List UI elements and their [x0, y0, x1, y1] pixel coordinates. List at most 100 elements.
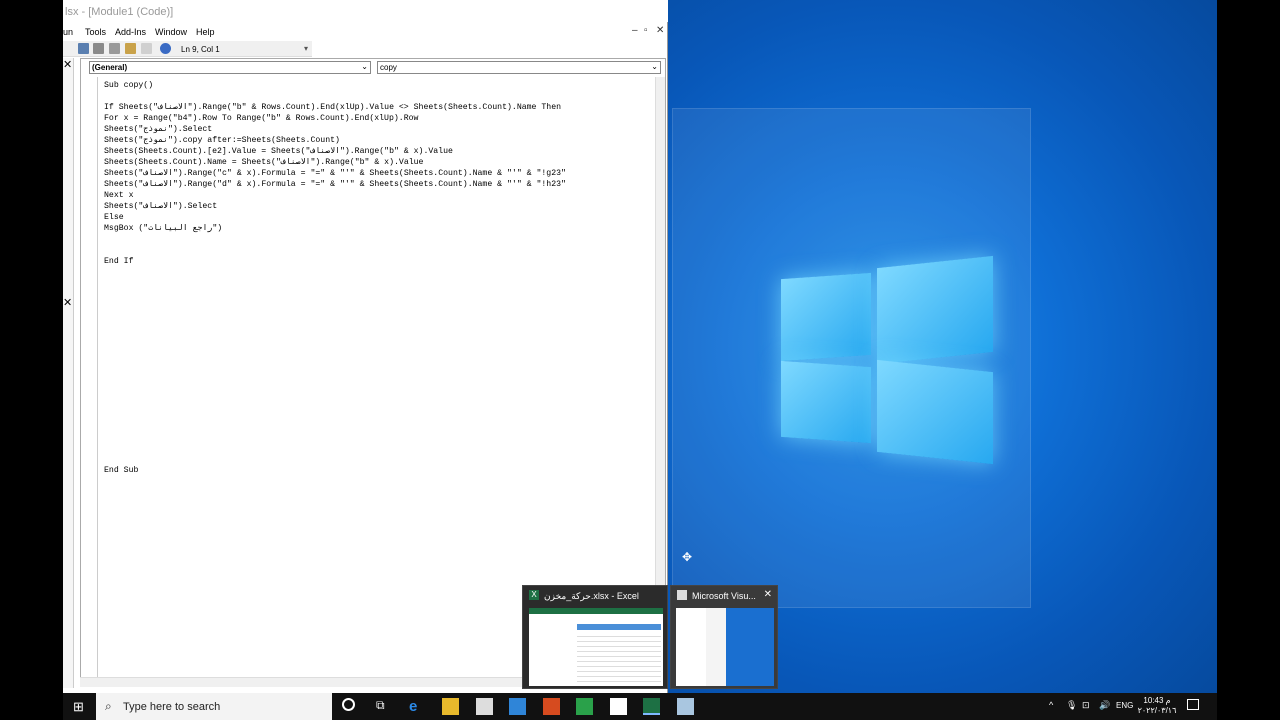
margin-indicator-bar: [81, 77, 98, 677]
search-icon: ⌕: [105, 699, 112, 713]
start-windows-icon[interactable]: ⊞: [73, 699, 84, 715]
toolbox-icon[interactable]: [141, 43, 152, 54]
restore-icon[interactable]: ▫: [644, 25, 648, 36]
edge-icon[interactable]: e: [409, 698, 426, 715]
pane-close-icon[interactable]: ✕: [63, 58, 72, 71]
windows-logo-pane-4: [877, 359, 993, 465]
code-line: MsgBox ("راجع البيانات"): [104, 224, 223, 233]
code-line: Sheets("الاصناف").Range("d" & x).Formula…: [104, 180, 566, 189]
network-icon[interactable]: ⊡: [1082, 700, 1090, 711]
toolbar: Ln 9, Col 1 ▾: [63, 41, 312, 57]
code-line: Sheets("الاصناف").Select: [104, 202, 218, 211]
office-icon[interactable]: [543, 698, 560, 715]
code-line: Sub copy(): [104, 81, 154, 90]
notification-icon[interactable]: [1187, 699, 1199, 710]
wallpaper-glass-panel: [672, 108, 1031, 608]
code-line: Sheets("الاصناف").Range("c" & x).Formula…: [104, 169, 566, 178]
windows-logo-pane-2: [877, 255, 993, 365]
minimize-icon[interactable]: –: [632, 25, 638, 36]
chevron-down-icon: ⌄: [651, 62, 658, 71]
thumbnail-excel[interactable]: X حركة_مخزن.xlsx - Excel: [522, 585, 668, 689]
search-placeholder: Type here to search: [123, 701, 221, 713]
volume-icon[interactable]: 🔊: [1099, 700, 1110, 711]
project-explorer-icon[interactable]: [93, 43, 104, 54]
object-combo[interactable]: (General) ⌄: [89, 61, 371, 74]
menu-window[interactable]: Window: [155, 27, 187, 37]
thumbnail-excel-title: حركة_مخزن.xlsx - Excel: [544, 591, 639, 601]
clock-date: ٢٠٢٢/٠٣/١٦: [1137, 706, 1177, 715]
tray-chevron-icon[interactable]: ^: [1049, 700, 1053, 710]
code-editor[interactable]: Sub copy() If Sheets("الاصناف").Range("b"…: [104, 80, 566, 476]
object-browser-icon[interactable]: [125, 43, 136, 54]
pane-close-icon-2[interactable]: ✕: [63, 296, 72, 309]
task-view-icon[interactable]: ⧉: [376, 698, 385, 713]
language-indicator[interactable]: ENG: [1116, 701, 1133, 710]
camtasia-icon[interactable]: [576, 698, 593, 715]
file-explorer-icon[interactable]: [442, 698, 459, 715]
microphone-icon[interactable]: 🎙: [1066, 700, 1077, 711]
screen: lsx - [Module1 (Code)] un Tools Add-Ins …: [63, 0, 1217, 720]
chevron-down-icon: ⌄: [361, 62, 368, 71]
clock[interactable]: 10:43 م ٢٠٢٢/٠٣/١٦: [1134, 696, 1180, 716]
code-line: Next x: [104, 191, 134, 200]
code-line: End If: [104, 257, 134, 266]
vba-app-icon: [677, 590, 687, 600]
menu-bar: un Tools Add-Ins Window Help: [63, 24, 668, 40]
project-pane-strip: ✕ ✕: [63, 58, 74, 688]
excel-preview: [529, 608, 663, 686]
taskbar: ⊞ ⌕ Type here to search ⧉ e ^ 🎙 ⊡ 🔊 ENG …: [63, 693, 1217, 720]
code-line: Else: [104, 213, 124, 222]
procedure-combo[interactable]: copy ⌄: [377, 61, 661, 74]
excel-taskbar-icon[interactable]: [643, 698, 660, 715]
toolbar-overflow-icon[interactable]: ▾: [304, 44, 308, 53]
procedure-combo-value: copy: [380, 63, 397, 72]
taskbar-search[interactable]: ⌕ Type here to search: [96, 693, 332, 720]
vba-taskbar-icon[interactable]: [677, 698, 694, 715]
cortana-icon[interactable]: [342, 698, 355, 711]
thumbnail-close-icon[interactable]: ✕: [764, 589, 772, 600]
code-line: End Sub: [104, 466, 139, 475]
object-combo-value: (General): [92, 63, 128, 72]
excel-preview-header: [577, 624, 661, 630]
menu-run[interactable]: un: [63, 27, 73, 37]
menu-help[interactable]: Help: [196, 27, 215, 37]
cursor-position: Ln 9, Col 1: [181, 45, 220, 54]
properties-icon[interactable]: [109, 43, 120, 54]
menu-add-ins[interactable]: Add-Ins: [115, 27, 146, 37]
app-icon[interactable]: [610, 698, 627, 715]
windows-logo-pane-3: [781, 360, 871, 444]
code-line: Sheets(Sheets.Count).Name = Sheets("الاص…: [104, 158, 424, 167]
design-mode-icon[interactable]: [78, 43, 89, 54]
vba-preview: [676, 608, 774, 686]
mail-icon[interactable]: [509, 698, 526, 715]
window-title: lsx - [Module1 (Code)]: [63, 0, 668, 22]
windows-logo-pane-1: [781, 272, 871, 362]
excel-icon: X: [529, 590, 539, 600]
code-line: Sheets("نموذج").Select: [104, 125, 213, 134]
clock-time: 10:43 م: [1143, 696, 1171, 705]
code-line: For x = Range("b4").Row To Range("b" & R…: [104, 114, 419, 123]
thumbnail-vba[interactable]: Microsoft Visu... ✕: [670, 585, 778, 689]
menu-tools[interactable]: Tools: [85, 27, 106, 37]
code-line: Sheets("نموذج").copy after:=Sheets(Sheet…: [104, 136, 340, 145]
close-icon[interactable]: ✕: [656, 25, 664, 36]
store-icon[interactable]: [476, 698, 493, 715]
cursor-move-icon: ✥: [682, 550, 693, 564]
code-line: Sheets(Sheets.Count).[e2].Value = Sheets…: [104, 147, 453, 156]
help-icon[interactable]: [160, 43, 171, 54]
